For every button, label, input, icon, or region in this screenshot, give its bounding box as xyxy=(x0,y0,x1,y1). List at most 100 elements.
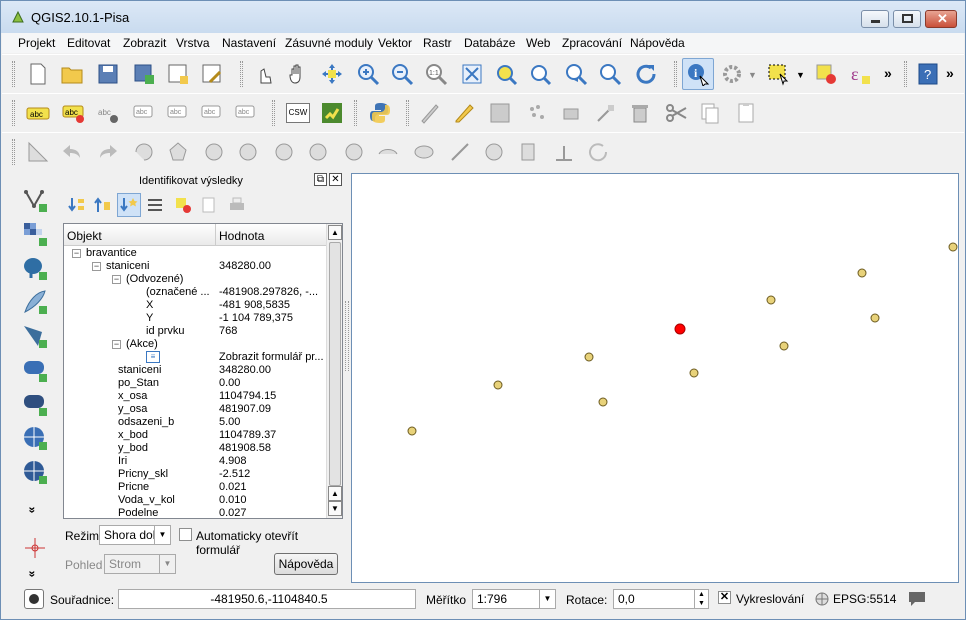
menu-projekt[interactable]: Projekt xyxy=(18,36,55,50)
view-select[interactable]: Strom ▼ xyxy=(104,554,176,574)
zoom-out-button[interactable] xyxy=(388,60,416,88)
results-tree[interactable]: Objekt Hodnota − bravantice − staniceni 3482… xyxy=(63,223,343,519)
crs-globe-icon[interactable] xyxy=(814,591,830,607)
tree-row[interactable]: ≡ Zobrazit formulář pr... xyxy=(64,351,328,364)
tree-row[interactable]: x_bod 1104789.37 xyxy=(64,429,328,442)
map-features[interactable] xyxy=(352,174,958,582)
auto-open-form-checkbox[interactable] xyxy=(179,528,192,541)
tree-row[interactable]: Pricne 0.021 xyxy=(64,481,328,494)
expand-new-results-button[interactable] xyxy=(117,193,141,217)
form-action-icon[interactable]: ≡ xyxy=(146,351,160,363)
print-button[interactable] xyxy=(225,193,249,217)
composer-manager-button[interactable] xyxy=(198,60,226,88)
maximize-button[interactable] xyxy=(893,10,921,28)
help-panel-button[interactable]: Nápověda xyxy=(274,553,338,575)
tree-row[interactable]: Voda_v_kol 0.010 xyxy=(64,494,328,507)
rotate-label-button[interactable]: abc xyxy=(198,99,226,127)
mode-select[interactable]: Shora dolů▼ xyxy=(99,525,171,545)
add-part-button[interactable] xyxy=(200,138,228,166)
toolbar-grip[interactable] xyxy=(240,61,243,87)
split-features-button[interactable] xyxy=(410,138,438,166)
rotation-spinbox[interactable]: 0,0 ▲ ▼ xyxy=(613,589,709,609)
pan-map-button[interactable] xyxy=(284,60,312,88)
tree-row[interactable]: Iri 4.908 xyxy=(64,455,328,468)
zoom-full-button[interactable] xyxy=(458,60,486,88)
add-feature-button[interactable] xyxy=(522,99,550,127)
collapse-all-button[interactable] xyxy=(91,193,115,217)
refresh-button[interactable] xyxy=(632,60,660,88)
menu-zobrazit[interactable]: Zobrazit xyxy=(123,36,166,50)
pin-labels-button[interactable]: abc xyxy=(94,99,122,127)
open-project-button[interactable] xyxy=(58,60,86,88)
map-canvas[interactable] xyxy=(351,173,959,583)
zoom-in-button[interactable] xyxy=(354,60,382,88)
collapse-node-icon[interactable]: − xyxy=(92,262,101,271)
scroll-thumb[interactable] xyxy=(329,242,341,486)
menu-rastr[interactable]: Rastr xyxy=(423,36,452,50)
toolbar-grip[interactable] xyxy=(406,100,409,126)
rotate-symbols-button[interactable] xyxy=(550,138,578,166)
move-label-button[interactable]: abc xyxy=(164,99,192,127)
scroll-down-button[interactable]: ▼ xyxy=(328,501,342,516)
toolbar-grip[interactable] xyxy=(272,100,275,126)
chevron-down-icon[interactable]: ▼ xyxy=(796,70,805,80)
toolbar-grip[interactable] xyxy=(674,61,677,87)
move-feature-button[interactable] xyxy=(558,99,586,127)
tree-row[interactable]: − staniceni 348280.00 xyxy=(64,260,328,273)
map-point-feature[interactable] xyxy=(598,397,608,407)
menu-vektor[interactable]: Vektor xyxy=(378,36,412,50)
map-point-feature[interactable] xyxy=(407,426,417,436)
paste-features-button[interactable] xyxy=(732,99,760,127)
csw-button[interactable]: CSW xyxy=(284,99,312,127)
tree-row[interactable]: odsazeni_b 5.00 xyxy=(64,416,328,429)
toggle-editing-button[interactable] xyxy=(450,99,478,127)
redo-button[interactable] xyxy=(94,138,122,166)
map-point-feature[interactable] xyxy=(779,341,789,351)
change-label-button[interactable]: abc xyxy=(232,99,260,127)
toolbar-grip[interactable] xyxy=(904,61,907,87)
results-scrollbar[interactable]: ▲ ▲ ▼ xyxy=(326,224,342,518)
tree-row[interactable]: Y -1 104 789,375 xyxy=(64,312,328,325)
minimize-button[interactable] xyxy=(861,10,889,28)
menu-zasuvne-moduly[interactable]: Zásuvné moduly xyxy=(285,36,373,50)
menu-zpracovani[interactable]: Zpracování xyxy=(562,36,622,50)
map-point-feature[interactable] xyxy=(689,368,699,378)
add-vector-layer-button[interactable] xyxy=(19,185,51,215)
tree-row[interactable]: − (Odvozené) xyxy=(64,273,328,286)
copy-features-button[interactable] xyxy=(696,99,724,127)
fill-ring-button[interactable] xyxy=(234,138,262,166)
copy-feature-button[interactable] xyxy=(197,193,221,217)
add-spatialite-layer-button[interactable] xyxy=(19,287,51,317)
delete-selected-button[interactable] xyxy=(626,99,654,127)
map-point-feature[interactable] xyxy=(766,295,776,305)
layer-labeling-button[interactable]: abc xyxy=(60,99,88,127)
cad-crosshair-button[interactable] xyxy=(19,533,51,563)
menu-nastaveni[interactable]: Nastavení xyxy=(222,36,276,50)
float-panel-button[interactable]: ⧉ xyxy=(314,173,327,186)
messages-icon[interactable] xyxy=(907,590,927,608)
merge-attributes-button[interactable] xyxy=(514,138,542,166)
save-as-button[interactable] xyxy=(130,60,158,88)
menu-databaze[interactable]: Databáze xyxy=(464,36,515,50)
new-print-composer-button[interactable] xyxy=(164,60,192,88)
toolbar-grip[interactable] xyxy=(354,100,357,126)
new-project-button[interactable] xyxy=(24,60,52,88)
deselect-highlight-button[interactable] xyxy=(171,193,195,217)
python-console-button[interactable] xyxy=(366,99,394,127)
column-header-value[interactable]: Hodnota xyxy=(216,224,328,246)
identified-feature-highlight[interactable] xyxy=(674,323,686,335)
toolbar-grip[interactable] xyxy=(12,100,15,126)
add-wms-layer-button[interactable] xyxy=(19,423,51,453)
rotate-features-button[interactable] xyxy=(584,138,612,166)
tree-row[interactable]: X -481 908,5835 xyxy=(64,299,328,312)
simplify-button[interactable] xyxy=(130,138,158,166)
toolbar-grip[interactable] xyxy=(12,139,15,165)
identify-features-button[interactable]: i xyxy=(682,58,714,90)
collapse-node-icon[interactable]: − xyxy=(112,275,121,284)
tree-row[interactable]: Podelne 0.027 xyxy=(64,507,328,518)
save-edits-button[interactable] xyxy=(486,99,514,127)
panel-splitter[interactable] xyxy=(345,301,349,371)
zoom-next-button[interactable] xyxy=(596,60,624,88)
run-action-button[interactable] xyxy=(718,60,746,88)
current-edits-button[interactable] xyxy=(416,99,444,127)
